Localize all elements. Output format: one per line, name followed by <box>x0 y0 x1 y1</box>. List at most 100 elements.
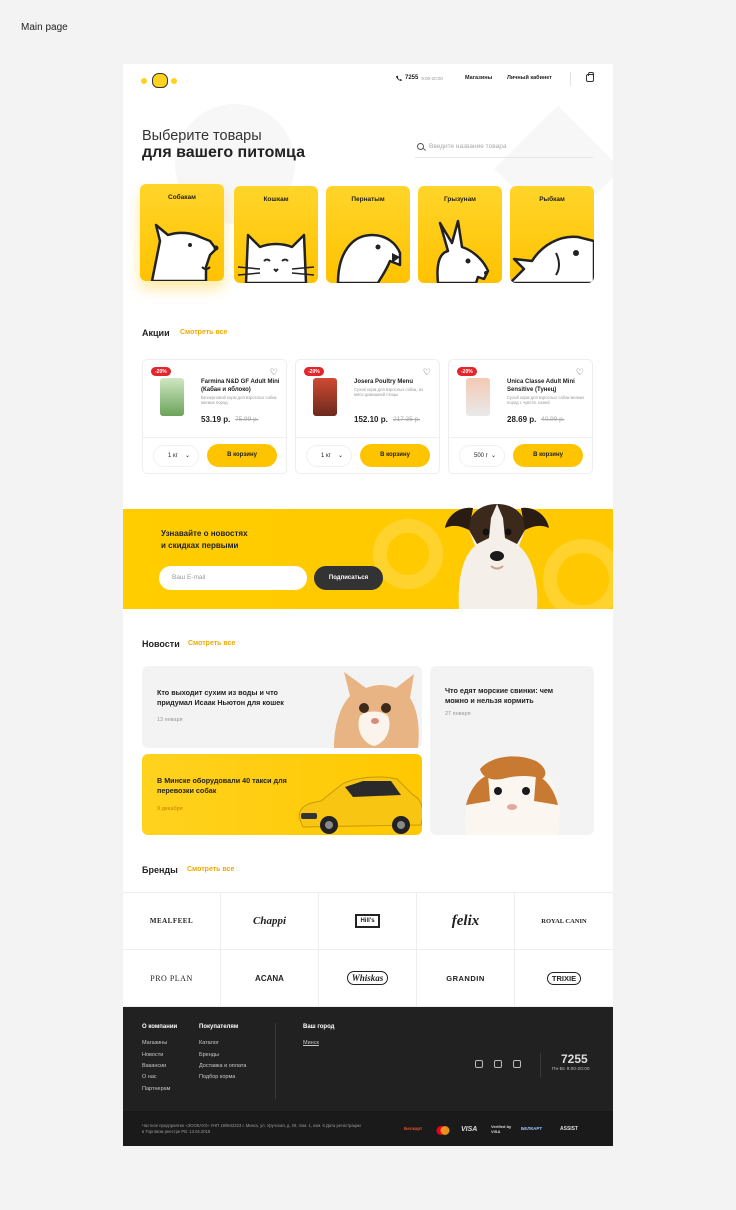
kitten-photo <box>334 672 419 748</box>
quantity-value: 1 кг <box>321 453 331 459</box>
category-cats[interactable]: Кошкам <box>234 186 318 283</box>
favorite-heart-icon[interactable]: ♡ <box>423 367 431 378</box>
brand-logo-chappi[interactable]: Chappi <box>221 893 319 950</box>
footer-link[interactable]: Доставка и оплата <box>199 1063 246 1069</box>
brand-name: PRO PLAN <box>150 973 193 983</box>
product-card[interactable]: -20% ♡ Farmina N&D GF Adult Mini (Кабан … <box>142 359 287 474</box>
product-card[interactable]: -20% ♡ Unica Classe Adult Mini Sensitive… <box>448 359 593 474</box>
cart-icon[interactable] <box>586 72 594 82</box>
brands-title: Бренды <box>142 865 178 875</box>
footer-hours: Пн-Вс 9:00-20:00 <box>552 1067 590 1072</box>
footer-link[interactable]: Новости <box>142 1052 163 1058</box>
brand-name: Hill's <box>355 914 380 928</box>
brand-logo-hills[interactable]: Hill's <box>319 893 417 950</box>
footer-bottom-bar: Частное предприятие «ЗООКАУЗ» УНП 190842… <box>123 1111 613 1146</box>
news-date: 9 декабря <box>157 806 183 812</box>
product-name[interactable]: Unica Classe Adult Mini Sensitive (Тунец… <box>507 378 587 394</box>
news-title-text: Что едят морские свинки: чем можно и нел… <box>445 686 554 705</box>
brand-logo-felix[interactable]: felix <box>417 893 515 950</box>
payment-logo: Verified by VISA <box>491 1124 512 1134</box>
quantity-select[interactable]: 1 кг ⌄ <box>306 445 352 467</box>
product-card[interactable]: -20% ♡ Josera Poultry Menu Сухой корм дл… <box>295 359 440 474</box>
category-dogs[interactable]: Собакам <box>140 184 224 281</box>
news-card[interactable]: В Минске оборудовали 40 такси для перево… <box>142 754 422 835</box>
discount-badge: -20% <box>457 367 477 376</box>
news-see-all-link[interactable]: Смотреть все <box>188 640 235 647</box>
guinea-pig-photo <box>465 756 560 835</box>
newsletter-title-line: Узнавайте о новостях <box>161 529 248 538</box>
footer-phone[interactable]: 7255 <box>561 1052 588 1066</box>
brand-logo-royal-canin[interactable]: ROYAL CANIN <box>515 893 613 950</box>
quantity-select[interactable]: 1 кг ⌄ <box>153 445 199 467</box>
footer-link[interactable]: Вакансии <box>142 1063 166 1069</box>
facebook-icon[interactable] <box>494 1060 502 1068</box>
logo-dot <box>171 78 177 84</box>
nav-stores[interactable]: Магазины <box>465 75 492 81</box>
brand-name: TRIXIE <box>546 971 582 985</box>
brand-name: ACANA <box>255 973 284 983</box>
category-fish[interactable]: Рыбкам <box>510 186 594 283</box>
hero-title-bold: для вашего питомца <box>142 144 305 161</box>
promo-title: Акции <box>142 328 170 338</box>
category-label: Собакам <box>168 194 196 201</box>
phone-icon <box>396 75 402 81</box>
category-label: Кошкам <box>263 196 289 203</box>
product-old-price: 217.35 р. <box>393 416 421 423</box>
news-title: Новости <box>142 639 180 649</box>
discount-badge: -20% <box>151 367 171 376</box>
header-phone[interactable]: 7255 9:00-20:00 <box>396 75 443 81</box>
brand-name: felix <box>451 912 480 929</box>
news-date: 27 января <box>445 711 471 717</box>
brand-logo-acana[interactable]: ACANA <box>221 950 319 1007</box>
footer-link[interactable]: Бренды <box>199 1052 219 1058</box>
email-field[interactable]: Ваш E-mail <box>159 566 307 590</box>
brands-see-all-link[interactable]: Смотреть все <box>187 866 234 873</box>
brand-logo-pro-plan[interactable]: PRO PLAN <box>123 950 221 1007</box>
chevron-down-icon: ⌄ <box>490 453 496 459</box>
subscribe-button[interactable]: Подписаться <box>314 566 383 590</box>
category-label: Пернатым <box>351 196 385 203</box>
newsletter-title-line: и скидках первыми <box>161 541 239 550</box>
favorite-heart-icon[interactable]: ♡ <box>270 367 278 378</box>
product-name[interactable]: Josera Poultry Menu <box>354 378 434 386</box>
search-icon <box>417 143 424 150</box>
footer-link[interactable]: Подбор корма <box>199 1074 235 1080</box>
dog-photo <box>445 504 549 609</box>
mastercard-icon <box>436 1126 450 1137</box>
nav-account[interactable]: Личный кабинет <box>507 75 552 81</box>
vk-icon[interactable] <box>513 1060 521 1068</box>
footer-link[interactable]: О нас <box>142 1074 157 1080</box>
add-to-cart-button[interactable]: В корзину <box>360 444 430 467</box>
footer-link[interactable]: Каталог <box>199 1040 219 1046</box>
instagram-icon[interactable] <box>475 1060 483 1068</box>
logo[interactable] <box>141 72 181 90</box>
add-to-cart-button[interactable]: В корзину <box>513 444 583 467</box>
brand-logo-mealfeel[interactable]: MEALFEEL <box>123 893 221 950</box>
city-select-link[interactable]: Минск <box>303 1040 319 1046</box>
search-input[interactable]: Введите название товара <box>415 138 593 158</box>
quantity-select[interactable]: 500 г ⌄ <box>459 445 505 467</box>
chevron-down-icon: ⌄ <box>337 453 343 459</box>
news-title-text: Кто выходит сухим из воды и что придумал… <box>157 688 284 707</box>
decorative-ring <box>373 519 443 589</box>
category-birds[interactable]: Пернатым <box>326 186 410 283</box>
favorite-heart-icon[interactable]: ♡ <box>576 367 584 378</box>
news-card[interactable]: Кто выходит сухим из воды и что придумал… <box>142 666 422 748</box>
add-to-cart-button[interactable]: В корзину <box>207 444 277 467</box>
product-description: Сухой корм для взрослых собак, из мяса д… <box>354 387 423 397</box>
category-rodents[interactable]: Грызунам <box>418 186 502 283</box>
promo-see-all-link[interactable]: Смотреть все <box>180 329 227 336</box>
news-date: 13 января <box>157 717 183 723</box>
header-hours: 9:00-20:00 <box>421 75 443 81</box>
footer-link[interactable]: Магазины <box>142 1040 167 1046</box>
news-card[interactable]: Что едят морские свинки: чем можно и нел… <box>430 666 594 835</box>
brand-logo-whiskas[interactable]: Whiskas <box>319 950 417 1007</box>
brand-logo-trixie[interactable]: TRIXIE <box>515 950 613 1007</box>
footer-link[interactable]: Партнерам <box>142 1086 170 1092</box>
brand-name: Whiskas <box>346 971 389 985</box>
product-price: 28.69 р. <box>507 415 537 424</box>
quantity-value: 500 г <box>474 453 488 459</box>
product-name[interactable]: Farmina N&D GF Adult Mini (Кабан и яблок… <box>201 378 281 394</box>
dog-illustration-icon <box>150 223 219 281</box>
brand-logo-grandin[interactable]: GRANDIN <box>417 950 515 1007</box>
